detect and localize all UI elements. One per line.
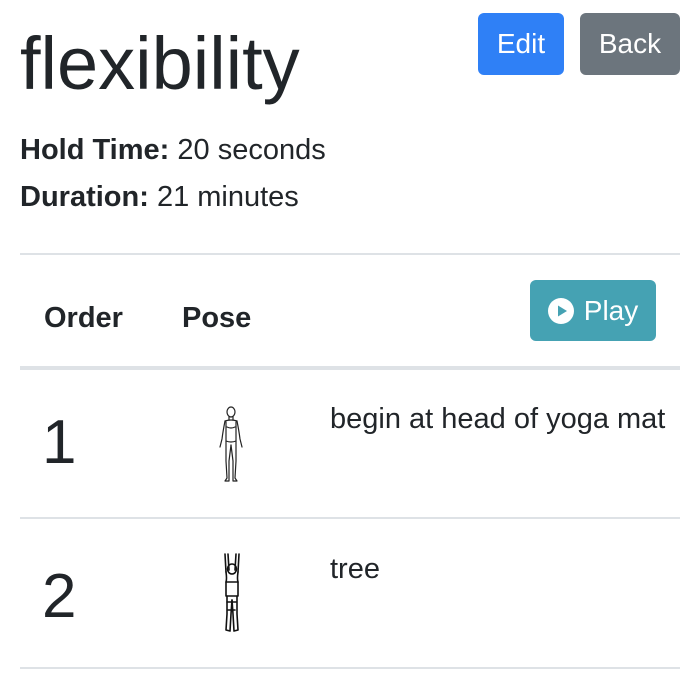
play-circle-icon — [547, 297, 574, 324]
play-button-label: Play — [583, 294, 639, 326]
hold-time-value: 20 seconds — [177, 134, 326, 166]
table-header-divider — [20, 366, 680, 370]
duration-label: Duration: — [20, 181, 149, 213]
table-row-description: begin at head of yoga mat — [330, 403, 666, 435]
row-divider — [20, 517, 680, 519]
hold-time-info: Hold Time: 20 seconds — [20, 132, 326, 168]
page-title: flexibility — [20, 22, 300, 105]
edit-button[interactable]: Edit — [478, 13, 564, 75]
standing-pose-icon — [219, 406, 243, 482]
play-button[interactable]: Play — [530, 280, 656, 341]
tree-pose-icon — [224, 553, 240, 632]
column-header-pose: Pose — [182, 302, 252, 334]
row-divider — [20, 667, 680, 669]
divider — [20, 253, 680, 255]
duration-value: 21 minutes — [156, 181, 299, 213]
duration-info: Duration: 21 minutes — [20, 179, 299, 215]
column-header-order: Order — [44, 302, 123, 334]
hold-time-label: Hold Time: — [20, 134, 170, 166]
table-row-description: tree — [330, 553, 380, 585]
table-row-order: 1 — [42, 408, 77, 477]
table-row-order: 2 — [42, 562, 77, 631]
back-button[interactable]: Back — [580, 13, 680, 75]
